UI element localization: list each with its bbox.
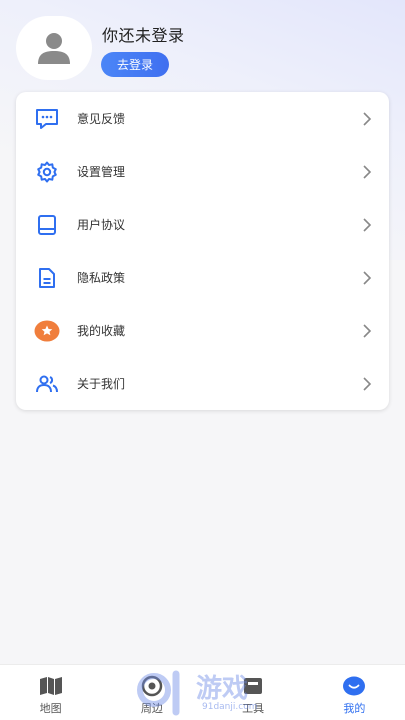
message-icon (34, 106, 60, 132)
tab-label: 周边 (140, 702, 163, 715)
login-button[interactable]: 去登录 (101, 52, 169, 77)
profile-section: 你还未登录 去登录 (16, 16, 396, 86)
chevron-right-icon (363, 376, 372, 391)
book-icon (34, 212, 60, 238)
chevron-right-icon (363, 164, 372, 179)
menu-item-user-agreement[interactable]: 用户协议 (16, 198, 389, 251)
tab-label: 工具 (242, 702, 265, 715)
username-text: 你还未登录 (102, 26, 185, 45)
menu-item-label: 我的收藏 (77, 324, 126, 338)
tools-icon (241, 675, 265, 697)
menu-item-about-us[interactable]: 关于我们 (16, 357, 389, 410)
avatar[interactable] (16, 16, 92, 80)
map-icon (39, 675, 63, 697)
menu-item-label: 意见反馈 (77, 112, 126, 126)
document-icon (34, 265, 60, 291)
gear-icon (34, 159, 60, 185)
tab-mine[interactable]: 我的 (304, 665, 405, 720)
menu-card: 意见反馈 设置管理 用户协议 隐私政策 我的收藏 关于我们 (16, 92, 389, 410)
nearby-icon (140, 675, 164, 697)
bottom-tab-bar: 地图 周边 工具 我的 (0, 664, 405, 720)
menu-item-label: 隐私政策 (77, 271, 126, 285)
chevron-right-icon (363, 270, 372, 285)
users-icon (34, 371, 60, 397)
default-avatar-icon (38, 33, 70, 64)
menu-item-feedback[interactable]: 意见反馈 (16, 92, 389, 145)
star-icon (34, 318, 60, 344)
chevron-right-icon (363, 111, 372, 126)
tab-label: 地图 (39, 702, 62, 715)
menu-item-settings[interactable]: 设置管理 (16, 145, 389, 198)
profile-smile-icon (342, 675, 366, 697)
tab-label: 我的 (343, 702, 366, 715)
menu-item-label: 设置管理 (77, 165, 126, 179)
chevron-right-icon (363, 323, 372, 338)
menu-item-privacy-policy[interactable]: 隐私政策 (16, 251, 389, 304)
tab-map[interactable]: 地图 (0, 665, 101, 720)
menu-item-label: 关于我们 (77, 377, 126, 391)
menu-item-favorites[interactable]: 我的收藏 (16, 304, 389, 357)
chevron-right-icon (363, 217, 372, 232)
tab-nearby[interactable]: 周边 (101, 665, 202, 720)
tab-tools[interactable]: 工具 (203, 665, 304, 720)
menu-item-label: 用户协议 (77, 218, 126, 232)
